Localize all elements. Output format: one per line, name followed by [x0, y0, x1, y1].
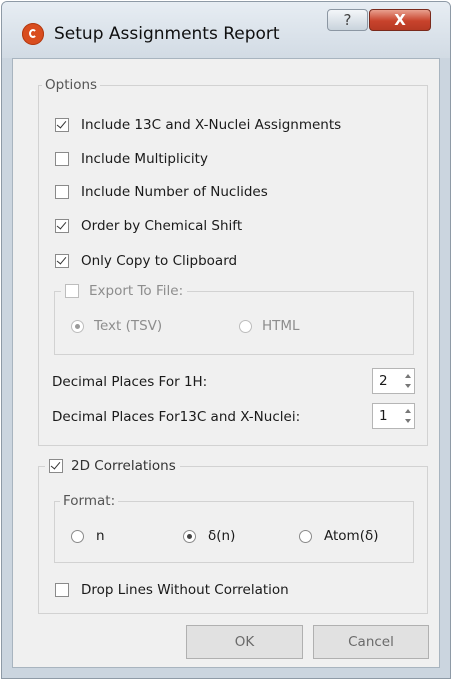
format-atom-radio[interactable] — [299, 529, 312, 543]
format-delta-label: δ(n) — [208, 528, 236, 544]
only-clipboard-checkbox-row[interactable]: Only Copy to Clipboard — [55, 251, 237, 271]
help-button[interactable]: ? — [327, 9, 368, 31]
options-legend: Options — [42, 77, 101, 93]
close-button[interactable]: X — [369, 9, 431, 31]
drop-lines-checkbox[interactable] — [55, 583, 69, 597]
format-n-radio[interactable] — [71, 529, 84, 543]
export-to-file-label: Export To File: — [89, 283, 184, 299]
html-radio-row[interactable]: HTML — [239, 316, 300, 336]
export-to-file-checkbox[interactable] — [65, 284, 79, 298]
include-nuclides-label: Include Number of Nuclides — [81, 184, 268, 200]
format-delta-radio[interactable] — [183, 529, 196, 543]
format-group: Format: n δ(n) Atom(δ) — [54, 493, 414, 563]
correlations-label: 2D Correlations — [71, 458, 176, 474]
window-title: Setup Assignments Report — [54, 24, 280, 44]
options-group: Options Include 13C and X-Nuclei Assignm… — [38, 77, 428, 446]
format-n-label: n — [96, 528, 105, 544]
format-n-radio-row[interactable]: n — [71, 526, 105, 546]
only-clipboard-checkbox[interactable] — [55, 254, 69, 268]
spin-down-icon[interactable] — [405, 419, 411, 423]
order-by-shift-checkbox-row[interactable]: Order by Chemical Shift — [55, 216, 242, 236]
html-radio[interactable] — [239, 319, 252, 333]
cancel-button[interactable]: Cancel — [313, 625, 429, 659]
dialog-body: Options Include 13C and X-Nuclei Assignm… — [12, 58, 440, 668]
mnova-logo-icon — [22, 23, 44, 45]
decimal-1h-label: Decimal Places For 1H: — [52, 374, 208, 390]
format-atom-label: Atom(δ) — [324, 528, 379, 544]
only-clipboard-label: Only Copy to Clipboard — [81, 253, 238, 269]
spin-up-icon[interactable] — [405, 409, 411, 413]
title-bar[interactable]: Setup Assignments Report ? X — [2, 2, 450, 58]
include-multiplicity-checkbox-row[interactable]: Include Multiplicity — [55, 149, 208, 169]
include-13c-checkbox-row[interactable]: Include 13C and X-Nuclei Assignments — [55, 115, 341, 135]
format-atom-radio-row[interactable]: Atom(δ) — [299, 526, 379, 546]
export-legend-row[interactable]: Export To File: — [61, 282, 188, 300]
include-multiplicity-checkbox[interactable] — [55, 152, 69, 166]
decimal-13c-spinbox[interactable]: 1 — [372, 403, 415, 429]
ok-button[interactable]: OK — [186, 625, 303, 659]
format-legend: Format: — [60, 493, 119, 509]
drop-lines-checkbox-row[interactable]: Drop Lines Without Correlation — [55, 580, 289, 600]
spin-up-icon[interactable] — [405, 374, 411, 378]
order-by-shift-checkbox[interactable] — [55, 219, 69, 233]
spin-down-icon[interactable] — [405, 384, 411, 388]
drop-lines-label: Drop Lines Without Correlation — [81, 582, 289, 598]
order-by-shift-label: Order by Chemical Shift — [81, 218, 243, 234]
text-tsv-label: Text (TSV) — [94, 318, 163, 334]
decimal-13c-label: Decimal Places For13C and X-Nuclei: — [52, 409, 301, 425]
correlations-legend-row[interactable]: 2D Correlations — [45, 457, 180, 475]
html-label: HTML — [262, 318, 300, 334]
decimal-13c-row: Decimal Places For13C and X-Nuclei: — [52, 407, 300, 427]
text-tsv-radio[interactable] — [71, 319, 84, 333]
dialog-window: Setup Assignments Report ? X Options Inc… — [1, 1, 451, 679]
decimal-1h-row: Decimal Places For 1H: — [52, 372, 207, 392]
include-multiplicity-label: Include Multiplicity — [81, 151, 208, 167]
decimal-1h-spinbox[interactable]: 2 — [372, 368, 415, 394]
correlations-checkbox[interactable] — [49, 459, 63, 473]
include-13c-label: Include 13C and X-Nuclei Assignments — [81, 117, 342, 133]
text-tsv-radio-row[interactable]: Text (TSV) — [71, 316, 162, 336]
include-13c-checkbox[interactable] — [55, 118, 69, 132]
correlations-group: 2D Correlations Format: n δ(n) Atom(δ) D… — [38, 457, 428, 614]
decimal-1h-value: 2 — [379, 373, 388, 389]
include-nuclides-checkbox-row[interactable]: Include Number of Nuclides — [55, 182, 268, 202]
decimal-13c-value: 1 — [379, 408, 388, 424]
include-nuclides-checkbox[interactable] — [55, 185, 69, 199]
export-group: Export To File: Text (TSV) HTML — [54, 282, 414, 355]
format-delta-radio-row[interactable]: δ(n) — [183, 526, 235, 546]
